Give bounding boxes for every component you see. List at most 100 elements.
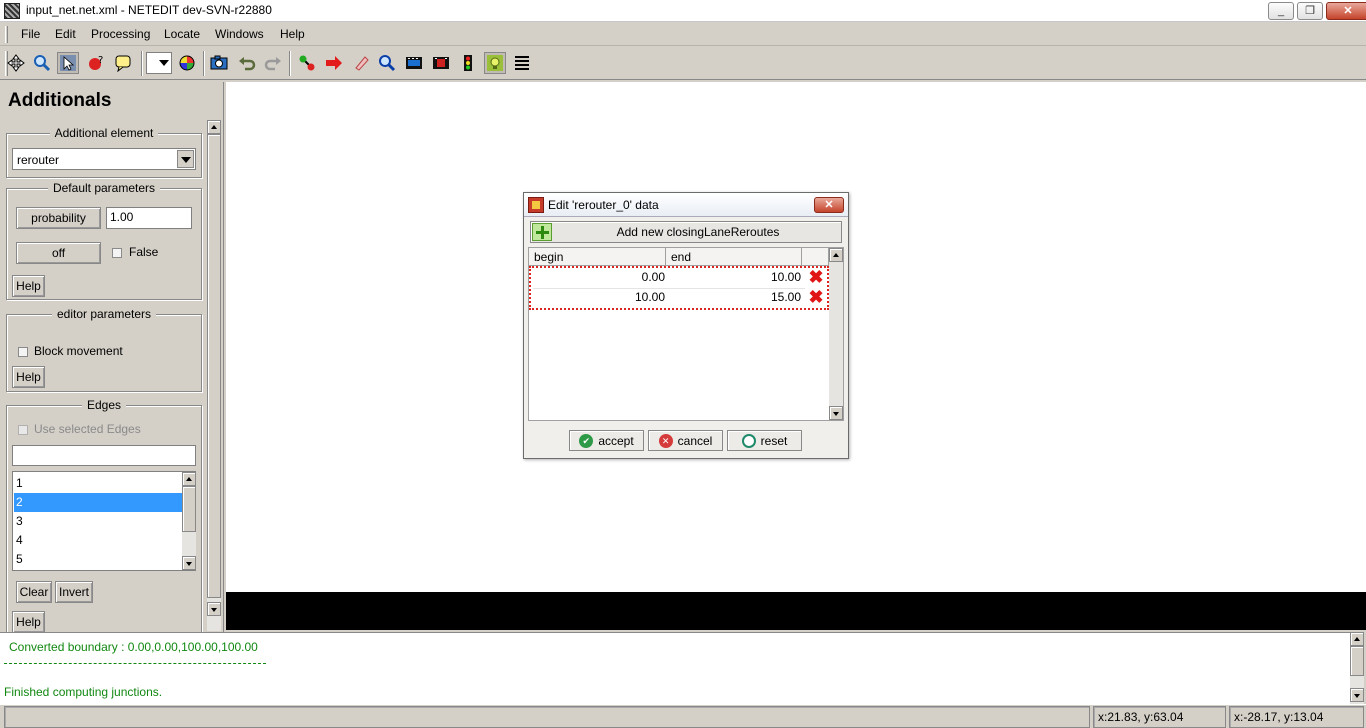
- help-button[interactable]: Help: [12, 366, 45, 388]
- scroll-up-icon[interactable]: [182, 472, 196, 486]
- column-header-end[interactable]: end: [666, 248, 802, 266]
- restore-button[interactable]: ❐: [1297, 2, 1323, 20]
- scroll-down-icon[interactable]: [829, 406, 843, 420]
- dialog-title-bar[interactable]: Edit 'rerouter_0' data ✕: [524, 193, 848, 217]
- delete-mode-icon[interactable]: ?: [85, 52, 107, 74]
- toolbar-combo[interactable]: [146, 52, 172, 74]
- cell-begin[interactable]: 10.00: [531, 290, 665, 304]
- scroll-up-icon[interactable]: [207, 120, 221, 134]
- cell-begin[interactable]: 0.00: [531, 270, 665, 284]
- scroll-thumb[interactable]: [182, 486, 196, 532]
- block-movement-checkbox[interactable]: [18, 347, 28, 357]
- edges-list-scrollbar[interactable]: [182, 472, 196, 570]
- list-item[interactable]: 5: [14, 550, 182, 569]
- status-main: [4, 706, 1090, 728]
- toolbar-separator: [289, 51, 291, 76]
- locate-edge-icon[interactable]: [323, 52, 345, 74]
- check-icon: ✔: [579, 433, 594, 448]
- scroll-up-icon[interactable]: [1350, 632, 1364, 646]
- use-selected-edges-checkbox[interactable]: [18, 425, 28, 435]
- list-item[interactable]: 1: [14, 474, 182, 493]
- off-button[interactable]: off: [16, 242, 101, 264]
- menu-windows[interactable]: Windows: [215, 27, 264, 41]
- status-coords-network: x:21.83, y:63.04: [1093, 706, 1226, 728]
- select-mode-icon[interactable]: [57, 52, 79, 74]
- reset-button[interactable]: reset: [727, 430, 802, 451]
- locate-additional-icon[interactable]: [484, 52, 506, 74]
- view-settings-icon[interactable]: [511, 52, 533, 74]
- scroll-up-icon[interactable]: [829, 248, 843, 262]
- menu-edit[interactable]: Edit: [55, 27, 76, 41]
- edges-search-input[interactable]: [12, 445, 196, 466]
- menu-processing[interactable]: Processing: [91, 27, 150, 41]
- additional-element-select[interactable]: rerouter: [12, 148, 196, 170]
- locate-route-icon[interactable]: [376, 52, 398, 74]
- chevron-down-icon[interactable]: [177, 150, 194, 168]
- status-coords-geo: x:-28.17, y:13.04: [1229, 706, 1364, 728]
- edit-rerouter-dialog: Edit 'rerouter_0' data ✕ Add new closing…: [523, 192, 849, 459]
- toolbar-separator: [203, 51, 205, 76]
- row-divider: [533, 288, 805, 289]
- toolbar: ?: [0, 47, 1366, 80]
- cell-end[interactable]: 15.00: [671, 290, 801, 304]
- cancel-button[interactable]: ✕ cancel: [648, 430, 723, 451]
- probability-input[interactable]: 1.00: [106, 207, 192, 229]
- canvas-dark-area[interactable]: [226, 592, 1366, 630]
- locate-junction-icon[interactable]: [296, 52, 318, 74]
- table-rows: 0.00 10.00 ✖ 10.00 15.00 ✖: [529, 266, 829, 310]
- locate-tls-icon[interactable]: [430, 52, 452, 74]
- menu-file[interactable]: File: [21, 27, 40, 41]
- scroll-thumb[interactable]: [207, 134, 221, 598]
- move-mode-icon[interactable]: [5, 52, 27, 74]
- scroll-down-icon[interactable]: [182, 556, 196, 570]
- table-scrollbar[interactable]: [829, 248, 843, 420]
- delete-row-icon[interactable]: ✖: [807, 268, 825, 286]
- help-button[interactable]: Help: [12, 611, 45, 632]
- menu-locate[interactable]: Locate: [164, 27, 200, 41]
- scroll-down-icon[interactable]: [207, 602, 221, 616]
- additional-mode-icon[interactable]: [112, 52, 134, 74]
- locate-vehicle-icon[interactable]: [350, 52, 372, 74]
- inspect-mode-icon[interactable]: [31, 52, 53, 74]
- column-header-begin[interactable]: begin: [529, 248, 666, 266]
- cell-end[interactable]: 10.00: [671, 270, 801, 284]
- invert-button[interactable]: Invert: [55, 581, 93, 603]
- color-scheme-icon[interactable]: [176, 52, 198, 74]
- window-title: input_net.net.xml - NETEDIT dev-SVN-r228…: [26, 3, 272, 17]
- list-item[interactable]: 4: [14, 531, 182, 550]
- off-checkbox[interactable]: [112, 248, 122, 258]
- additional-element-group: Additional element rerouter: [6, 126, 202, 178]
- title-bar: input_net.net.xml - NETEDIT dev-SVN-r228…: [0, 0, 1366, 22]
- toolbar-separator: [141, 51, 143, 76]
- add-closing-lane-reroute-button[interactable]: Add new closingLaneReroutes: [530, 221, 842, 243]
- close-button[interactable]: ✕: [1326, 2, 1366, 20]
- probability-button[interactable]: probability: [16, 207, 101, 229]
- message-scrollbar[interactable]: [1350, 632, 1364, 704]
- help-button[interactable]: Help: [12, 275, 45, 297]
- dialog-close-button[interactable]: ✕: [814, 197, 844, 213]
- panel-title: Additionals: [8, 90, 112, 111]
- locate-poi-icon[interactable]: [403, 52, 425, 74]
- off-checkbox-label: False: [129, 245, 159, 259]
- redo-icon[interactable]: [262, 52, 284, 74]
- left-panel: Additionals Additional element rerouter …: [0, 82, 224, 632]
- list-item-selected[interactable]: 2: [14, 493, 182, 512]
- accept-button[interactable]: ✔ accept: [569, 430, 644, 451]
- list-item[interactable]: 3: [14, 512, 182, 531]
- menu-help[interactable]: Help: [280, 27, 305, 41]
- screenshot-icon[interactable]: [208, 52, 230, 74]
- status-bar: x:21.83, y:63.04 x:-28.17, y:13.04: [0, 704, 1366, 728]
- delete-row-icon[interactable]: ✖: [807, 288, 825, 306]
- undo-icon[interactable]: [236, 52, 258, 74]
- block-movement-label: Block movement: [34, 344, 123, 358]
- scroll-down-icon[interactable]: [1350, 688, 1364, 702]
- left-panel-scrollbar[interactable]: [207, 120, 221, 631]
- rerouter-icon: [528, 197, 544, 213]
- message-line: Converted boundary : 0.00,0.00,100.00,10…: [9, 640, 258, 654]
- scroll-thumb[interactable]: [1350, 646, 1364, 676]
- add-button-label: Add new closingLaneReroutes: [616, 225, 780, 239]
- clear-button[interactable]: Clear: [16, 581, 52, 603]
- traffic-light-icon[interactable]: [457, 52, 479, 74]
- minimize-button[interactable]: _: [1268, 2, 1294, 20]
- group-legend: editor parameters: [51, 307, 157, 321]
